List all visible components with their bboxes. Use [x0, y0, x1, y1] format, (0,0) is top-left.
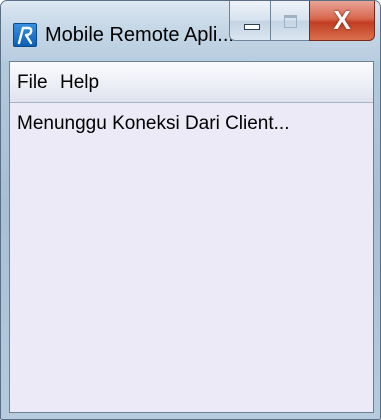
- title-bar[interactable]: Mobile Remote Apli... X: [1, 1, 380, 61]
- window-title: Mobile Remote Apli...: [45, 24, 234, 46]
- minimize-button[interactable]: [229, 1, 271, 41]
- menu-bar: File Help: [10, 62, 373, 103]
- client-area: File Help Menunggu Koneksi Dari Client..…: [9, 61, 374, 413]
- window-controls: X: [229, 1, 375, 45]
- app-r-icon: [13, 23, 37, 47]
- menu-help[interactable]: Help: [60, 71, 99, 95]
- menu-file[interactable]: File: [17, 71, 48, 95]
- close-button[interactable]: X: [309, 1, 375, 41]
- status-message: Menunggu Koneksi Dari Client...: [17, 113, 290, 134]
- maximize-button[interactable]: [270, 1, 310, 41]
- status-panel: Menunggu Koneksi Dari Client...: [10, 103, 373, 412]
- maximize-icon: [284, 15, 297, 28]
- close-icon: X: [333, 5, 351, 35]
- app-window: Mobile Remote Apli... X File Help Menung…: [0, 0, 381, 420]
- minimize-icon: [244, 24, 260, 30]
